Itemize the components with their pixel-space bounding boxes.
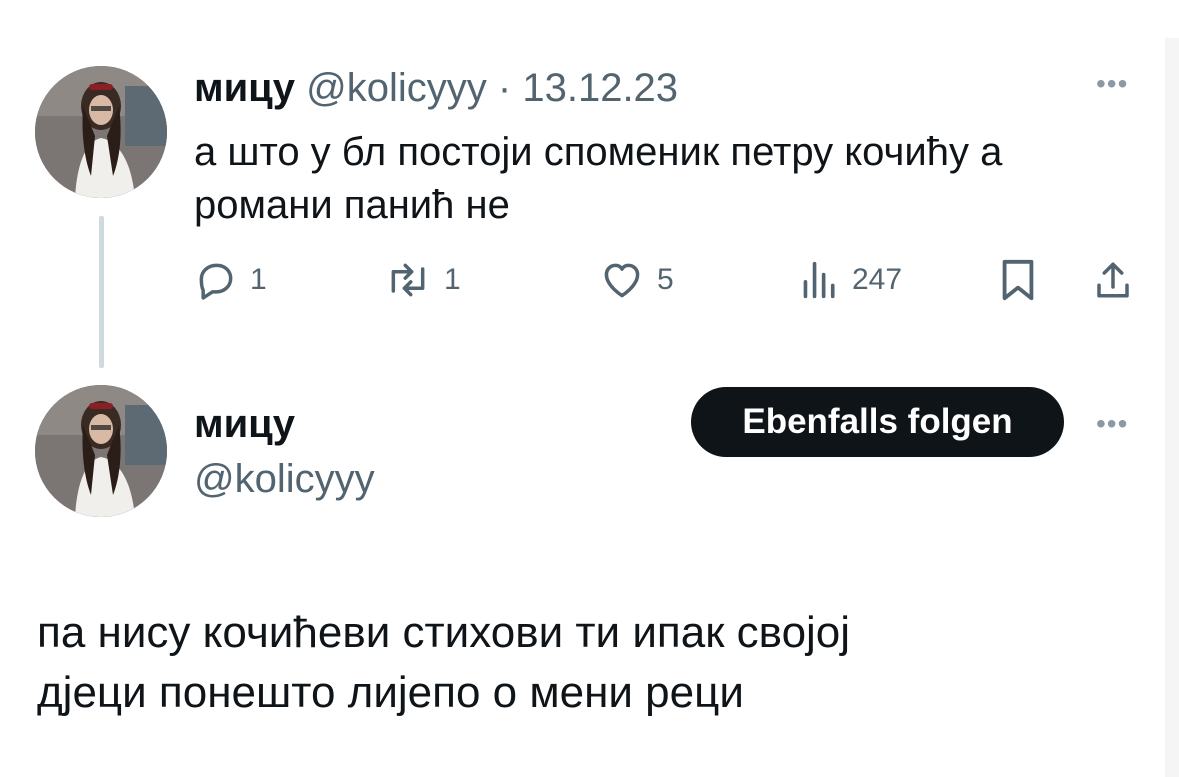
more-options-icon[interactable]: ••• (1096, 408, 1128, 440)
post-text-line: романи панић не (194, 183, 510, 227)
bookmark-button[interactable] (998, 255, 1038, 305)
profile-photo-icon (35, 66, 167, 198)
post-text: а што у бл постоји споменик петру кочићу… (194, 126, 1144, 232)
reply-button[interactable]: 1 (194, 255, 267, 305)
views-button[interactable]: 247 (800, 255, 902, 305)
like-button[interactable]: 5 (599, 255, 674, 305)
post-text-line: па нису кочићеви стихови ти ипак својој (37, 608, 851, 657)
bookmark-icon (1002, 259, 1034, 301)
heart-icon (604, 263, 640, 298)
post-text-line: дјеци понешто лијепо о мени реци (37, 668, 744, 717)
follow-back-button[interactable]: Ebenfalls folgen (691, 387, 1064, 457)
thread-line (99, 216, 104, 368)
share-button[interactable] (1092, 255, 1134, 305)
profile-photo-icon (35, 385, 167, 517)
avatar[interactable] (35, 385, 167, 517)
views-count: 247 (852, 263, 903, 296)
user-handle[interactable]: @kolicyyy (306, 66, 487, 110)
reply-count: 1 (250, 263, 267, 296)
avatar[interactable] (35, 66, 167, 198)
separator: · (497, 66, 512, 110)
user-handle[interactable]: @kolicyyy (194, 457, 375, 502)
post-actions: 1 1 5 247 (194, 255, 1144, 305)
repost-button[interactable]: 1 (384, 255, 461, 305)
repost-icon (391, 263, 425, 297)
right-edge-panel (1165, 38, 1179, 777)
repost-count: 1 (444, 263, 461, 296)
post-header: мицу @kolicyyy · 13.12.23 (194, 64, 678, 112)
post-text-line: а што у бл постоји споменик петру кочићу… (194, 130, 1003, 174)
more-options-icon[interactable]: ••• (1096, 68, 1128, 100)
like-count: 5 (657, 263, 674, 296)
display-name[interactable]: мицу (194, 402, 295, 447)
reply-icon (199, 263, 233, 300)
post-date[interactable]: 13.12.23 (522, 66, 678, 110)
post-text: па нису кочићеви стихови ти ипак својој … (37, 603, 1137, 723)
views-icon (803, 261, 835, 299)
display-name[interactable]: мицу (194, 66, 295, 110)
share-icon (1097, 262, 1129, 298)
